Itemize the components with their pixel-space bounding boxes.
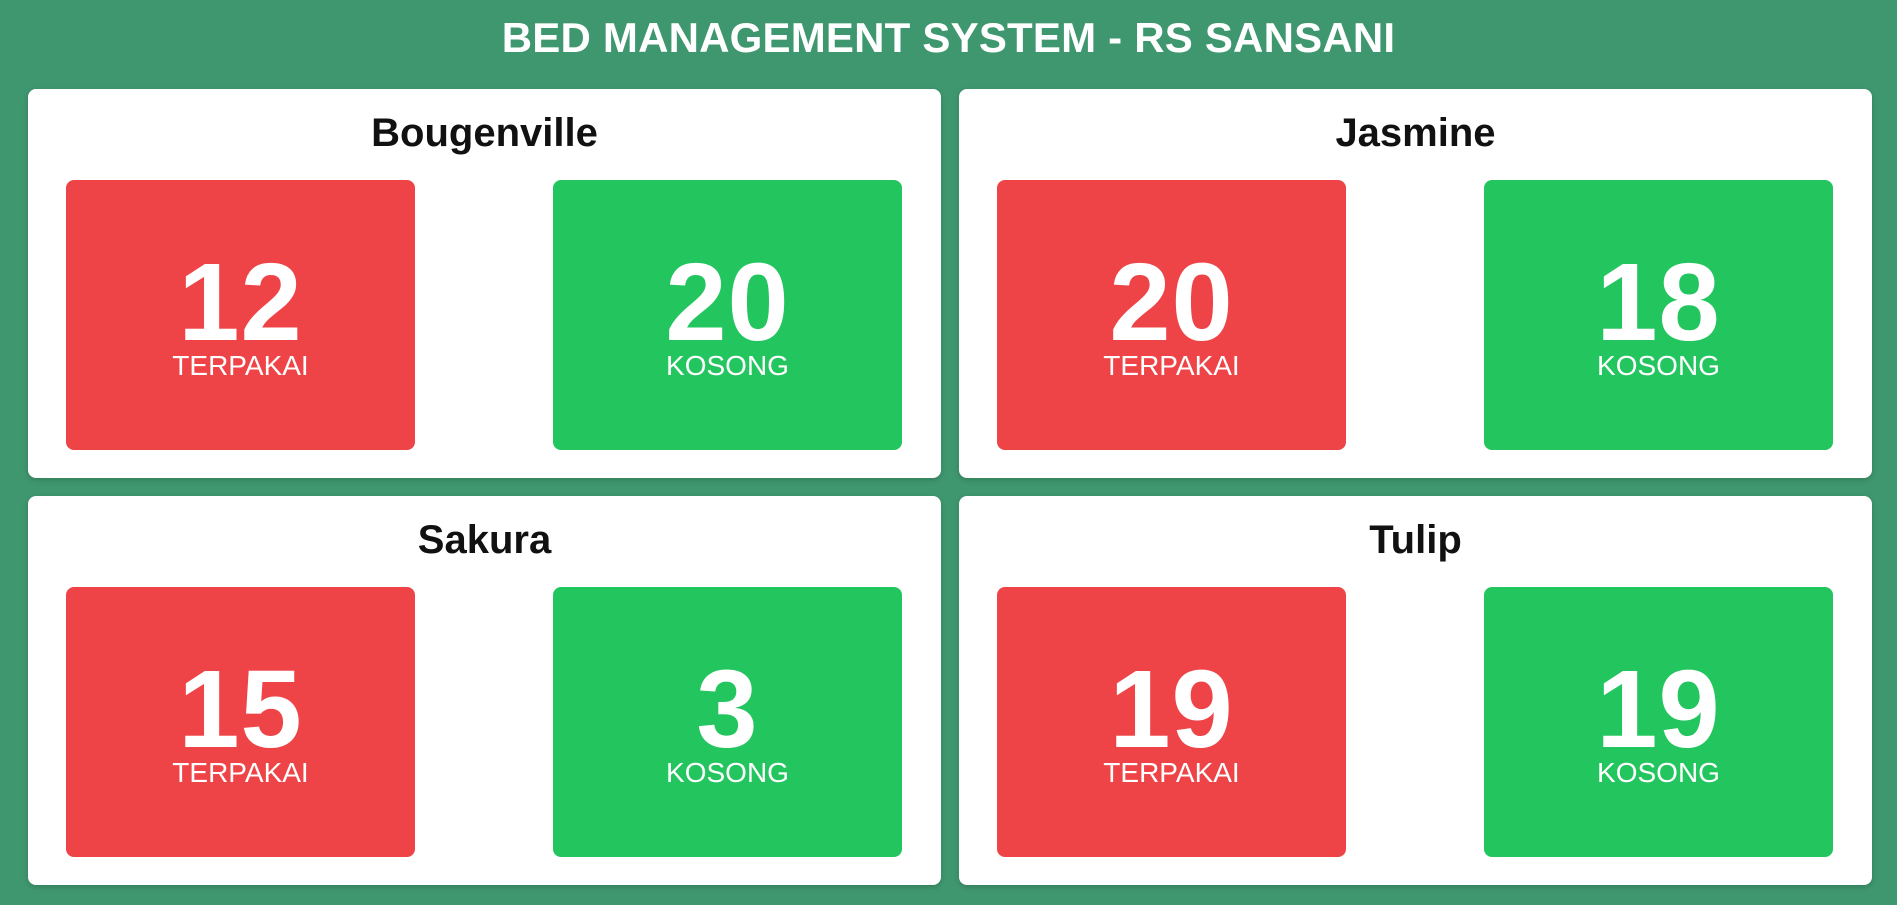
ward-name: Sakura xyxy=(417,518,552,562)
page-title: BED MANAGEMENT SYSTEM - RS SANSANI xyxy=(501,14,1396,61)
occupied-label: TERPAKAI xyxy=(172,350,309,381)
occupied-beds-box: 19 TERPAKAI xyxy=(997,587,1346,857)
occupied-label: TERPAKAI xyxy=(1103,757,1240,788)
occupied-count: 12 xyxy=(178,241,303,364)
available-label: KOSONG xyxy=(666,757,789,788)
app-header: BED MANAGEMENT SYSTEM - RS SANSANI xyxy=(0,0,1897,80)
ward-name: Tulip xyxy=(1369,518,1462,562)
available-beds-box: 3 KOSONG xyxy=(553,587,902,857)
ward-card-bougenville: Bougenville 12 TERPAKAI 20 KOSONG xyxy=(28,89,941,478)
available-count: 18 xyxy=(1596,241,1721,364)
available-beds-box: 19 KOSONG xyxy=(1484,587,1833,857)
available-beds-box: 20 KOSONG xyxy=(553,180,902,450)
ward-name: Jasmine xyxy=(1335,111,1496,155)
available-label: KOSONG xyxy=(666,350,789,381)
occupied-count: 19 xyxy=(1109,648,1234,771)
occupied-label: TERPAKAI xyxy=(172,757,309,788)
ward-name: Bougenville xyxy=(371,111,598,155)
ward-grid: Bougenville 12 TERPAKAI 20 KOSONG Jasmin… xyxy=(28,89,1872,885)
available-count: 20 xyxy=(665,241,790,364)
ward-card-tulip: Tulip 19 TERPAKAI 19 KOSONG xyxy=(959,496,1872,885)
occupied-label: TERPAKAI xyxy=(1103,350,1240,381)
available-count: 19 xyxy=(1596,648,1721,771)
occupied-beds-box: 20 TERPAKAI xyxy=(997,180,1346,450)
ward-card-jasmine: Jasmine 20 TERPAKAI 18 KOSONG xyxy=(959,89,1872,478)
occupied-beds-box: 15 TERPAKAI xyxy=(66,587,415,857)
available-label: KOSONG xyxy=(1597,350,1720,381)
available-count: 3 xyxy=(696,648,759,771)
available-beds-box: 18 KOSONG xyxy=(1484,180,1833,450)
occupied-count: 20 xyxy=(1109,241,1234,364)
occupied-count: 15 xyxy=(178,648,303,771)
ward-card-sakura: Sakura 15 TERPAKAI 3 KOSONG xyxy=(28,496,941,885)
available-label: KOSONG xyxy=(1597,757,1720,788)
occupied-beds-box: 12 TERPAKAI xyxy=(66,180,415,450)
